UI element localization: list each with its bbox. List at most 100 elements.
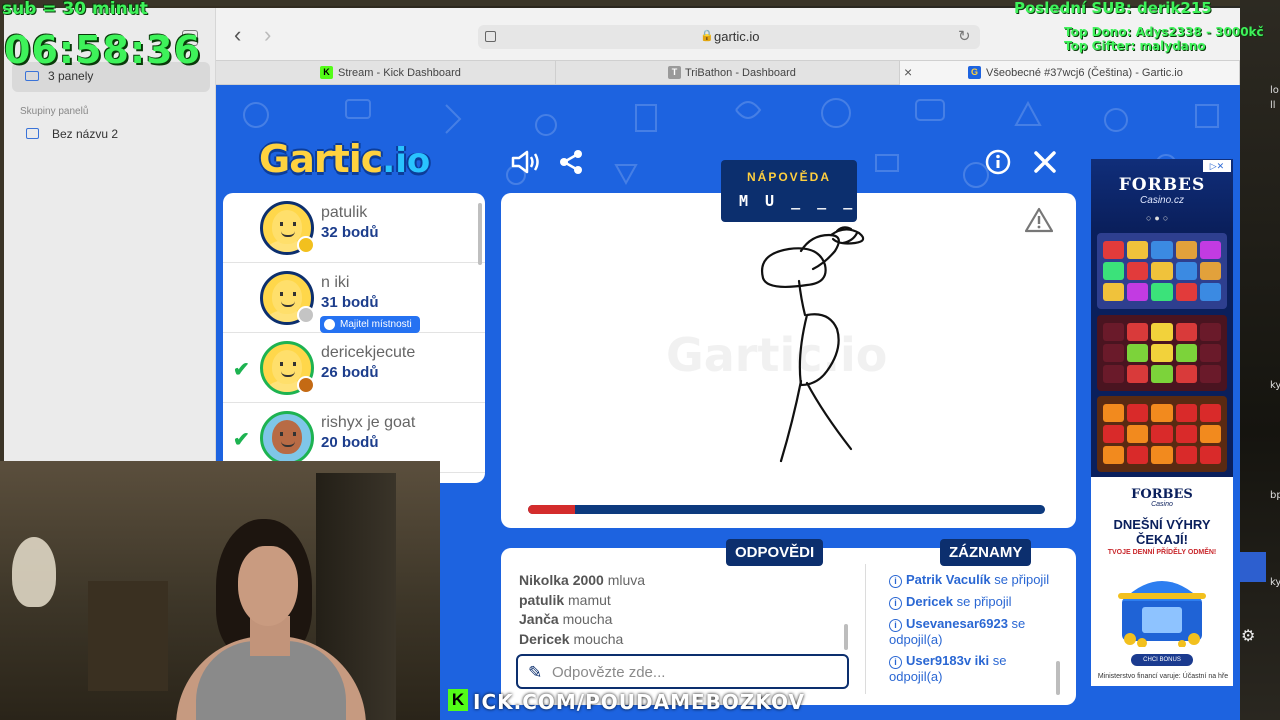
- gartic-favicon-icon: G: [968, 66, 981, 79]
- answer-input[interactable]: [552, 661, 832, 683]
- ad-footer: Ministerstvo financí varuje: Účastní na …: [1097, 673, 1229, 680]
- share-icon[interactable]: [558, 149, 584, 182]
- ad-cta-button[interactable]: CHCI BONUS: [1131, 654, 1193, 666]
- log-item: i Patrik Vaculík se připojil: [889, 572, 1059, 588]
- slot-image: [1097, 396, 1227, 472]
- edge-blue-button: [1240, 552, 1266, 582]
- url-text: gartic.io: [714, 29, 760, 44]
- tab-gartic[interactable]: × G Všeobecné #37wcj6 (Čeština) - Gartic…: [900, 61, 1240, 85]
- logs-scrollbar[interactable]: [1056, 661, 1060, 695]
- answers-list: Nikolka 2000 mluva patulik mamut Janča m…: [519, 572, 849, 650]
- edge-text: bp: [1270, 490, 1280, 501]
- back-button[interactable]: ‹: [234, 22, 241, 48]
- answer-item: Dericek moucha: [519, 630, 624, 647]
- address-bar[interactable]: 🔒 gartic.io ↻: [478, 25, 980, 49]
- tab-groups-section-title: Skupiny panelů: [20, 106, 89, 117]
- tab-group-icon: [26, 128, 39, 139]
- kick-banner: K ICK.COM/POUDAMEBOZKOV: [445, 687, 865, 720]
- browser-sidebar: + 3 panely Skupiny panelů Bez názvu 2: [4, 8, 216, 468]
- edge-text: ky: [1270, 380, 1280, 391]
- slot-image: [1097, 315, 1227, 391]
- subathon-timer: 06:58:36: [4, 28, 202, 72]
- info-icon: i: [889, 597, 902, 610]
- kick-logo-icon: K: [448, 689, 468, 711]
- ad-tagline: TVOJE DENNÍ PŘÍDĚLY ODMĚN!: [1107, 549, 1217, 556]
- forward-button[interactable]: ›: [264, 22, 271, 48]
- log-item: i User9183v iki se odpojil(a): [889, 653, 1007, 684]
- sound-icon[interactable]: [510, 149, 540, 182]
- room-owner-badge: Majitel místnosti: [320, 316, 420, 333]
- chat-panel: ODPOVĚDI ZÁZNAMY Nikolka 2000 mluva patu…: [501, 539, 1076, 705]
- tab-group-item[interactable]: Bez názvu 2: [24, 125, 204, 145]
- silver-medal-icon: [297, 306, 315, 324]
- players-list: patulik 32 bodů n iki 31 bodů Majitel mí…: [223, 193, 485, 483]
- avatar: [260, 411, 314, 465]
- ad-headline: DNEŠNÍ VÝHRY ČEKAJÍ!: [1113, 517, 1211, 547]
- logo-text: Gartic: [259, 137, 383, 181]
- bronze-medal-icon: [297, 376, 315, 394]
- player-points: 26 bodů: [321, 364, 379, 381]
- player-row[interactable]: ✔ dericekjecute 26 bodů: [223, 333, 485, 403]
- hint-box: NÁPOVĚDA M U _ _ _ _ _ _: [721, 160, 930, 222]
- tab-title: Stream - Kick Dashboard: [338, 67, 461, 79]
- ad-promo: FORBES Casino DNEŠNÍ VÝHRY ČEKAJÍ! TVOJE…: [1091, 477, 1233, 686]
- hint-title: NÁPOVĚDA: [746, 170, 831, 184]
- tab-title: TriBathon - Dashboard: [685, 67, 796, 79]
- player-name: rishyx je goat: [321, 414, 416, 431]
- gear-icon[interactable]: ⚙: [1241, 626, 1255, 646]
- top-gifter: Top Gifter: malydano: [1064, 39, 1206, 53]
- answer-item: Nikolka 2000 mluva: [519, 572, 646, 588]
- drawing-canvas[interactable]: Gartic.io: [501, 193, 1076, 528]
- logs-tab[interactable]: ZÁZNAMY: [940, 539, 1032, 566]
- logo-suffix: .io: [382, 141, 431, 181]
- close-tab-icon[interactable]: ×: [904, 64, 912, 80]
- player-name: dericekjecute: [321, 344, 416, 361]
- crown-icon: [324, 319, 335, 330]
- reload-icon[interactable]: ↻: [958, 27, 971, 45]
- hint-letters: M U _ _ _ _ _ _: [739, 192, 935, 210]
- answer-item: Janča moucha: [519, 611, 613, 627]
- guessed-check-icon: ✔: [233, 359, 250, 381]
- info-icon: i: [889, 575, 902, 588]
- lock-icon: 🔒: [700, 30, 714, 42]
- report-warning-icon[interactable]: [1025, 207, 1053, 233]
- reader-icon[interactable]: [485, 31, 496, 42]
- tab-title: Všeobecné #37wcj6 (Čeština) - Gartic.io: [986, 67, 1183, 79]
- player-points: 31 bodů: [321, 294, 379, 311]
- ad-brand-sub-2: Casino: [1151, 501, 1173, 508]
- webcam-feed: [0, 461, 440, 720]
- tabs-icon: [25, 71, 39, 81]
- close-icon[interactable]: [1032, 149, 1058, 182]
- answers-scrollbar[interactable]: [844, 624, 848, 650]
- player-row[interactable]: n iki 31 bodů Majitel místnosti: [223, 263, 485, 333]
- advertisement[interactable]: ▷✕ FORBES Casino.cz ○●○ FORBES Casino DN…: [1091, 159, 1233, 686]
- right-desktop-strip: lo ll ky bp ky ⚙: [1240, 0, 1280, 720]
- room-owner-label: Majitel místnosti: [340, 319, 412, 330]
- panel-divider: [865, 564, 866, 694]
- edge-text: ll: [1270, 100, 1276, 111]
- edge-text: ky: [1270, 577, 1280, 588]
- tab-kick-dashboard[interactable]: K Stream - Kick Dashboard: [216, 61, 556, 85]
- carousel-dots: ○●○: [1146, 213, 1172, 223]
- player-row[interactable]: patulik 32 bodů: [223, 193, 485, 263]
- ad-brand: FORBES: [1118, 175, 1206, 195]
- log-item: i Dericek se připojil: [889, 594, 1059, 610]
- answer-input-box[interactable]: ✎: [516, 654, 849, 689]
- ad-choices-icon[interactable]: ▷✕: [1203, 160, 1231, 172]
- logs-list: i Patrik Vaculík se připojil i Dericek se …: [889, 572, 1059, 690]
- players-scrollbar[interactable]: [478, 203, 482, 265]
- slot-image: [1097, 233, 1227, 309]
- guessed-check-icon: ✔: [233, 429, 250, 451]
- edge-text: lo: [1270, 85, 1279, 96]
- drawing-strokes: [760, 226, 865, 463]
- treasure-chest-icon: [1118, 581, 1206, 647]
- player-name: n iki: [321, 274, 350, 291]
- top-supporters-overlay: Top Dono: Adys2338 - 3000kč Top Gifter: …: [1064, 25, 1264, 53]
- tab-tribathon-dashboard[interactable]: T TriBathon - Dashboard: [556, 61, 900, 85]
- info-icon[interactable]: [985, 149, 1011, 182]
- gartic-logo[interactable]: Gartic.io: [259, 137, 459, 185]
- pencil-icon: ✎: [528, 663, 543, 682]
- answers-tab[interactable]: ODPOVĚDI: [726, 539, 824, 566]
- turn-timer-fill: [528, 505, 575, 514]
- tab-group-label: Bez názvu 2: [52, 127, 119, 141]
